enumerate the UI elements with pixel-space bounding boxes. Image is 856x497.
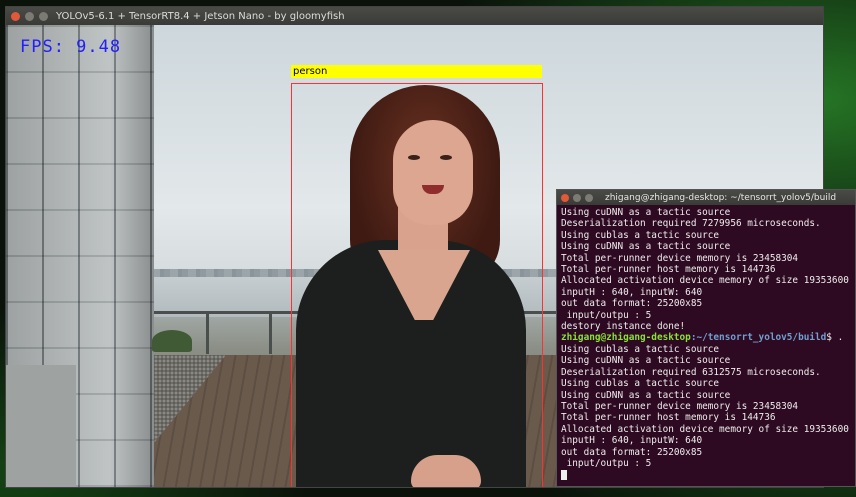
fps-counter: FPS: 9.48 [20, 37, 122, 57]
minimize-icon[interactable] [25, 11, 34, 21]
terminal-line: input/outpu : 5 [561, 309, 652, 321]
terminal-line: Using cublas a tactic source [561, 229, 720, 241]
maximize-icon[interactable] [585, 193, 593, 202]
close-icon[interactable] [561, 193, 569, 202]
terminal-cursor-line[interactable] [561, 469, 855, 480]
prompt-path: :~/tensorrt_yolov5/build [690, 332, 827, 344]
terminal-titlebar[interactable]: zhigang@zhigang-desktop: ~/tensorrt_yolo… [557, 190, 855, 205]
prompt-user: zhigang@zhigang-desktop [561, 332, 691, 344]
terminal-line: Deserialization required 6312575 microse… [561, 366, 821, 378]
minimize-icon[interactable] [573, 193, 581, 202]
terminal-line: Using cuDNN as a tactic source [561, 389, 731, 401]
terminal-line: Deserialization required 7279956 microse… [561, 218, 821, 230]
terminal-line: Using cuDNN as a tactic source [561, 207, 731, 218]
terminal-line: destory instance done! [561, 321, 686, 333]
detection-bounding-box [291, 83, 543, 487]
prompt-command: $ . [826, 332, 844, 344]
maximize-icon[interactable] [39, 11, 48, 21]
terminal-line: Using cublas a tactic source [561, 343, 720, 355]
video-window-titlebar[interactable]: YOLOv5-6.1 + TensorRT8.4 + Jetson Nano -… [6, 7, 823, 25]
terminal-line: Allocated activation device memory of si… [561, 275, 849, 287]
terminal-line: Using cuDNN as a tactic source [561, 241, 731, 253]
video-window-title: YOLOv5-6.1 + TensorRT8.4 + Jetson Nano -… [56, 10, 345, 22]
terminal-line: Total per-runner device memory is 234583… [561, 400, 799, 412]
terminal-output[interactable]: Using cuDNN as a tactic source Deserializ… [557, 205, 855, 481]
terminal-line: Total per-runner host memory is 144736 [561, 264, 776, 276]
hedge [152, 330, 192, 352]
terminal-line: Using cuDNN as a tactic source [561, 355, 731, 367]
terminal-window[interactable]: zhigang@zhigang-desktop: ~/tensorrt_yolo… [556, 189, 856, 487]
terminal-line: inputH : 640, inputW: 640 [561, 286, 703, 298]
terminal-line: Using cublas a tactic source [561, 378, 720, 390]
terminal-line: Allocated activation device memory of si… [561, 423, 849, 435]
detection-label: person [291, 65, 542, 78]
terminal-line: input/outpu : 5 [561, 457, 652, 469]
terminal-line: Total per-runner host memory is 144736 [561, 412, 776, 424]
close-icon[interactable] [11, 11, 20, 21]
terminal-prompt-line: zhigang@zhigang-desktop:~/tensorrt_yolov… [561, 332, 855, 343]
terminal-line: inputH : 640, inputW: 640 [561, 435, 703, 447]
low-wall [6, 365, 76, 487]
terminal-line: Total per-runner device memory is 234583… [561, 252, 799, 264]
terminal-title: zhigang@zhigang-desktop: ~/tensorrt_yolo… [605, 192, 837, 203]
terminal-cursor [561, 469, 567, 480]
terminal-line: out data format: 25200x85 [561, 298, 703, 310]
terminal-line: out data format: 25200x85 [561, 446, 703, 458]
